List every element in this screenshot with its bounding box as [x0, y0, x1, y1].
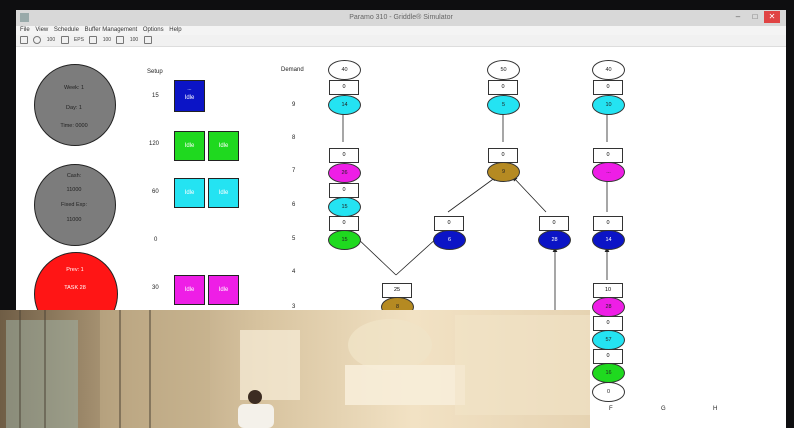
setup-value-2: 120: [149, 141, 160, 147]
column-label-h: H: [713, 406, 718, 412]
node-c3[interactable]: 14: [592, 230, 625, 250]
demand-level-5: 5: [292, 236, 296, 242]
help-icon[interactable]: [143, 35, 152, 44]
maximize-icon[interactable]: □: [747, 11, 763, 23]
buffer-a2: 0: [329, 148, 359, 163]
open-icon[interactable]: [20, 35, 28, 44]
node-c7[interactable]: 0: [592, 382, 625, 402]
menu-view[interactable]: View: [35, 26, 48, 35]
node-a1[interactable]: 14: [328, 95, 361, 115]
buffer-c3: 0: [593, 216, 623, 231]
week-label: Week: 1: [63, 85, 85, 91]
buffer-c1: 0: [593, 80, 623, 95]
buffer-c2: 0: [593, 148, 623, 163]
machine-magenta-1[interactable]: Idle: [174, 275, 205, 305]
node-c5[interactable]: 57: [592, 330, 625, 350]
demand-node-a[interactable]: 40: [328, 60, 361, 80]
buffer-a3: 0: [329, 183, 359, 198]
node-b1[interactable]: 5: [487, 95, 520, 115]
buffer-a4: 0: [329, 216, 359, 231]
chart-icon[interactable]: [89, 35, 98, 44]
machine-state: Idle: [184, 287, 195, 293]
toolbar: 100 EPS 100 100: [16, 35, 786, 47]
buffer-b3a: 0: [434, 216, 464, 231]
menu-buffer-management[interactable]: Buffer Management: [85, 26, 138, 35]
setup-value-3: 60: [152, 189, 159, 195]
buffer-c5: 0: [593, 316, 623, 331]
prev-value: TASK 28: [64, 285, 86, 291]
buffer-b1: 0: [488, 80, 518, 95]
machine-state: Idle: [184, 143, 195, 149]
buffer-a1: 0: [329, 80, 359, 95]
machine-blue[interactable]: ... Idle: [174, 80, 205, 112]
buffer-b2: 0: [488, 148, 518, 163]
machine-green-2[interactable]: Idle: [208, 131, 239, 161]
machine-cyan-2[interactable]: Idle: [208, 178, 239, 208]
machine-state: Idle: [218, 287, 229, 293]
photo-scene: [6, 310, 590, 428]
close-icon[interactable]: ✕: [764, 11, 780, 23]
buffer-b3b: 0: [539, 216, 569, 231]
toolbar-value-4[interactable]: 100: [130, 35, 138, 46]
machine-state: Idle: [218, 190, 229, 196]
fixed-exp-label: Fixed Exp:: [61, 202, 87, 208]
menu-file[interactable]: File: [20, 26, 30, 35]
machine-name: ...: [187, 86, 192, 92]
toolbar-value-2[interactable]: EPS: [74, 35, 84, 46]
clock-icon[interactable]: [33, 35, 42, 44]
setup-value-4: 0: [154, 237, 158, 243]
node-c2[interactable]: ...: [592, 162, 625, 182]
menu-options[interactable]: Options: [143, 26, 164, 35]
demand-header: Demand: [281, 67, 304, 73]
column-label-g: G: [661, 406, 666, 412]
demand-level-6: 6: [292, 202, 296, 208]
machine-magenta-2[interactable]: Idle: [208, 275, 239, 305]
title-bar: Paramo 310 - Griddle® Simulator – □ ✕: [16, 10, 786, 26]
demand-level-4: 4: [292, 269, 296, 275]
setup-value-5: 30: [152, 285, 159, 291]
machine-green-1[interactable]: Idle: [174, 131, 205, 161]
demand-level-9: 9: [292, 102, 296, 108]
day-label: Day: 1: [66, 105, 82, 111]
cash-value: 11000: [66, 187, 82, 193]
column-label-f: F: [609, 406, 613, 412]
window-title: Paramo 310 - Griddle® Simulator: [349, 14, 453, 21]
machine-state: Idle: [184, 190, 195, 196]
setup-value-1: 15: [152, 93, 159, 99]
node-a4[interactable]: 15: [328, 230, 361, 250]
node-c4[interactable]: 28: [592, 297, 625, 317]
machine-cyan-1[interactable]: Idle: [174, 178, 205, 208]
demand-node-b[interactable]: 50: [487, 60, 520, 80]
buffer-c6: 0: [593, 349, 623, 364]
menu-bar: File View Schedule Buffer Management Opt…: [16, 26, 786, 35]
demand-level-8: 8: [292, 135, 296, 141]
node-a2[interactable]: 26: [328, 163, 361, 183]
demand-level-7: 7: [292, 168, 296, 174]
target-icon[interactable]: [116, 35, 125, 44]
zoom-icon[interactable]: [60, 35, 69, 44]
minimize-icon[interactable]: –: [730, 11, 746, 23]
prev-label: Prev: 1: [66, 267, 84, 273]
menu-schedule[interactable]: Schedule: [54, 26, 79, 35]
menu-help[interactable]: Help: [169, 26, 181, 35]
time-label: Time: 0000: [60, 123, 88, 129]
demand-node-c[interactable]: 40: [592, 60, 625, 80]
buffer-center: 25: [382, 283, 412, 298]
machine-state: Idle: [184, 95, 195, 101]
cash-label: Cash:: [66, 173, 82, 179]
toolbar-value-1[interactable]: 100: [47, 35, 55, 46]
node-b3b[interactable]: 28: [538, 230, 571, 250]
machine-state: Idle: [218, 143, 229, 149]
buffer-c4: 10: [593, 283, 623, 298]
node-a3[interactable]: 15: [328, 197, 361, 217]
overlay-photo: [0, 310, 590, 428]
setup-header: Setup: [147, 69, 163, 75]
fixed-exp-value: 11000: [66, 217, 82, 223]
toolbar-value-3[interactable]: 100: [103, 35, 111, 46]
node-b2[interactable]: 9: [487, 162, 520, 182]
node-c1[interactable]: 10: [592, 95, 625, 115]
node-b3a[interactable]: 6: [433, 230, 466, 250]
node-c6[interactable]: 16: [592, 363, 625, 383]
